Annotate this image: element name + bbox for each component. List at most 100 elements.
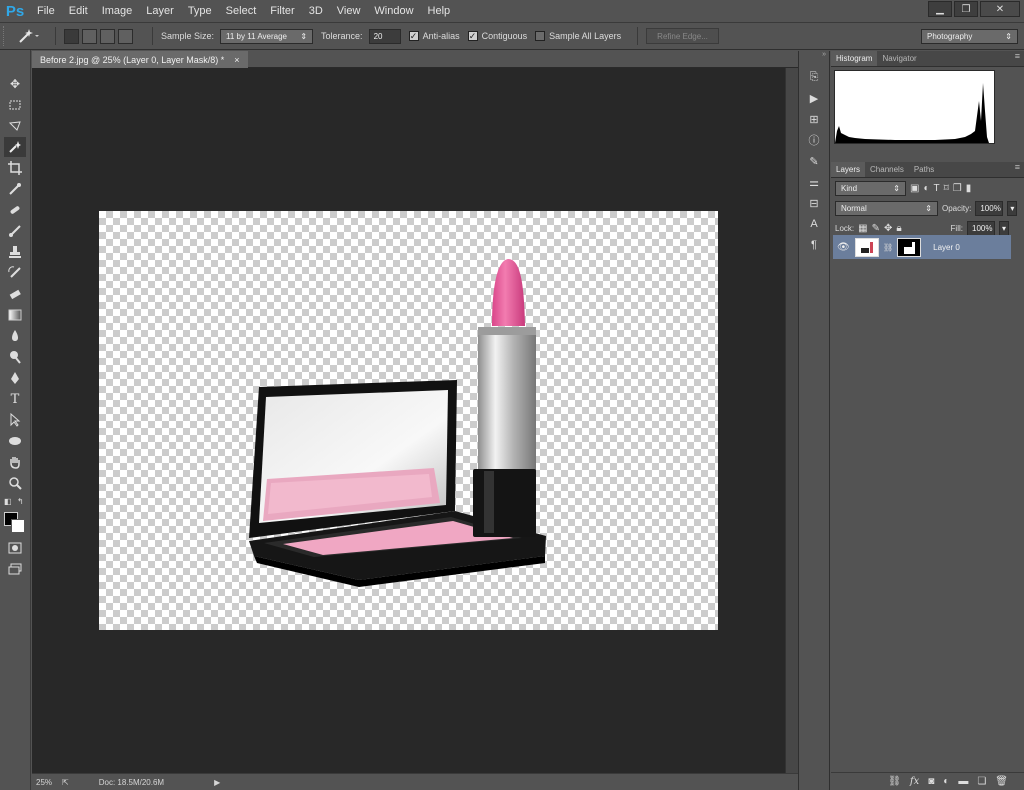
blur-tool-icon[interactable]: [4, 326, 26, 346]
group-icon[interactable]: ▬: [958, 776, 968, 787]
menu-type[interactable]: Type: [181, 0, 219, 22]
zoom-level[interactable]: 25%: [36, 778, 52, 787]
filter-smart-object-icon[interactable]: ❐: [953, 183, 962, 194]
filter-pixel-icon[interactable]: ▣: [910, 183, 919, 194]
tab-navigator[interactable]: Navigator: [877, 51, 921, 66]
path-selection-tool-icon[interactable]: [4, 410, 26, 430]
clone-source-icon[interactable]: ⊟: [803, 193, 825, 213]
paragraph-panel-icon[interactable]: ¶: [803, 235, 825, 255]
zoom-tool-icon[interactable]: [4, 473, 26, 493]
mask-icon[interactable]: ◙: [928, 776, 934, 787]
intersect-selection-button[interactable]: [118, 28, 133, 44]
tolerance-input[interactable]: 20: [368, 28, 401, 44]
fill-dropdown-icon[interactable]: ▾: [999, 220, 1009, 236]
swap-colors-icon[interactable]: ↰: [17, 497, 24, 506]
marquee-tool-icon[interactable]: [4, 95, 26, 115]
screen-mode-icon[interactable]: [4, 559, 26, 579]
close-tab-icon[interactable]: ×: [234, 55, 239, 65]
info-panel-icon[interactable]: ⊞: [803, 109, 825, 129]
tab-channels[interactable]: Channels: [865, 162, 909, 177]
close-button[interactable]: ✕: [980, 1, 1020, 17]
healing-brush-tool-icon[interactable]: [4, 200, 26, 220]
refine-edge-button[interactable]: Refine Edge...: [646, 28, 719, 44]
menu-view[interactable]: View: [330, 0, 368, 22]
brush-tool-icon[interactable]: [4, 221, 26, 241]
sample-size-select[interactable]: 11 by 11 Average ⇕: [220, 28, 314, 44]
history-panel-icon[interactable]: ⎘: [803, 67, 825, 87]
layer-row[interactable]: 👁︎ ⛓ Layer 0: [833, 235, 1011, 259]
crop-tool-icon[interactable]: [4, 158, 26, 178]
magic-wand-tool-icon[interactable]: [4, 137, 26, 157]
sample-all-layers-checkbox[interactable]: Sample All Layers: [535, 31, 621, 41]
default-colors-icon[interactable]: ◧: [4, 497, 12, 506]
menu-select[interactable]: Select: [219, 0, 264, 22]
character-panel-icon[interactable]: A: [803, 214, 825, 234]
filter-type-icon[interactable]: T: [934, 183, 940, 194]
link-icon[interactable]: ⛓: [888, 776, 901, 787]
new-selection-button[interactable]: [64, 28, 79, 44]
actions-panel-icon[interactable]: ▶: [803, 88, 825, 108]
filter-toggle-icon[interactable]: ▮: [966, 183, 972, 194]
kind-filter-select[interactable]: Kind ⇕: [835, 180, 906, 196]
brush-presets-icon[interactable]: ✎: [803, 151, 825, 171]
eyedropper-tool-icon[interactable]: [4, 179, 26, 199]
eraser-tool-icon[interactable]: [4, 284, 26, 304]
filter-adjustment-icon[interactable]: ◐: [923, 183, 929, 194]
adjustments-panel-icon[interactable]: ⚌: [803, 172, 825, 192]
menu-edit[interactable]: Edit: [62, 0, 95, 22]
move-tool-icon[interactable]: ✥: [4, 74, 26, 94]
status-menu-arrow-icon[interactable]: ▶: [214, 778, 220, 787]
add-selection-button[interactable]: [82, 28, 97, 44]
adjustment-icon[interactable]: ◐: [943, 776, 949, 787]
canvas-area[interactable]: [32, 68, 785, 773]
dock-collapse-icon[interactable]: »: [799, 51, 829, 67]
tab-histogram[interactable]: Histogram: [831, 51, 878, 66]
clone-stamp-tool-icon[interactable]: [4, 242, 26, 262]
subtract-selection-button[interactable]: [100, 28, 115, 44]
contiguous-checkbox[interactable]: ✓ Contiguous: [467, 31, 527, 41]
tab-paths[interactable]: Paths: [909, 162, 939, 177]
menu-image[interactable]: Image: [95, 0, 140, 22]
fill-input[interactable]: 100%: [967, 220, 995, 236]
minimize-button[interactable]: ▁: [928, 1, 952, 17]
trash-icon[interactable]: 🗑︎: [995, 776, 1008, 787]
export-icon[interactable]: ⇱: [62, 778, 69, 787]
menu-layer[interactable]: Layer: [139, 0, 181, 22]
filter-shape-icon[interactable]: ⌑: [944, 183, 949, 194]
menu-help[interactable]: Help: [421, 0, 458, 22]
gradient-tool-icon[interactable]: [4, 305, 26, 325]
dodge-tool-icon[interactable]: [4, 347, 26, 367]
history-brush-tool-icon[interactable]: [4, 263, 26, 283]
lasso-tool-icon[interactable]: [4, 116, 26, 136]
type-tool-icon[interactable]: T: [4, 389, 26, 409]
mask-link-icon[interactable]: ⛓: [883, 243, 893, 252]
layer-mask-thumbnail[interactable]: [897, 237, 922, 257]
restore-button[interactable]: ❐: [954, 1, 978, 17]
fx-icon[interactable]: fx: [910, 776, 919, 787]
lock-position-icon[interactable]: ✥: [884, 223, 892, 234]
ellipse-tool-icon[interactable]: [4, 431, 26, 451]
lock-all-icon[interactable]: 🔒︎: [896, 223, 901, 234]
opacity-dropdown-icon[interactable]: ▾: [1007, 200, 1018, 216]
menu-3d[interactable]: 3D: [302, 0, 330, 22]
workspace-select[interactable]: Photography ⇕: [921, 28, 1018, 44]
lock-image-icon[interactable]: ✎: [872, 223, 880, 234]
panel-menu-icon[interactable]: ≡: [1015, 162, 1024, 177]
lock-transparent-icon[interactable]: ▦: [858, 223, 867, 234]
opacity-input[interactable]: 100%: [975, 200, 1004, 216]
properties-panel-icon[interactable]: ⓘ: [803, 130, 825, 150]
pen-tool-icon[interactable]: [4, 368, 26, 388]
layer-name[interactable]: Layer 0: [933, 243, 960, 252]
panel-menu-icon[interactable]: ≡: [1015, 51, 1024, 66]
new-layer-icon[interactable]: ❏: [977, 776, 986, 787]
document-canvas[interactable]: [99, 211, 718, 630]
anti-alias-checkbox[interactable]: ✓ Anti-alias: [408, 31, 460, 41]
menu-filter[interactable]: Filter: [263, 0, 301, 22]
hand-tool-icon[interactable]: [4, 452, 26, 472]
tab-layers[interactable]: Layers: [831, 162, 866, 177]
background-color-swatch[interactable]: [11, 519, 25, 533]
quick-mask-icon[interactable]: [4, 538, 26, 558]
menu-window[interactable]: Window: [367, 0, 420, 22]
visibility-eye-icon[interactable]: 👁︎: [837, 242, 851, 253]
tool-preset-picker[interactable]: [17, 28, 39, 44]
